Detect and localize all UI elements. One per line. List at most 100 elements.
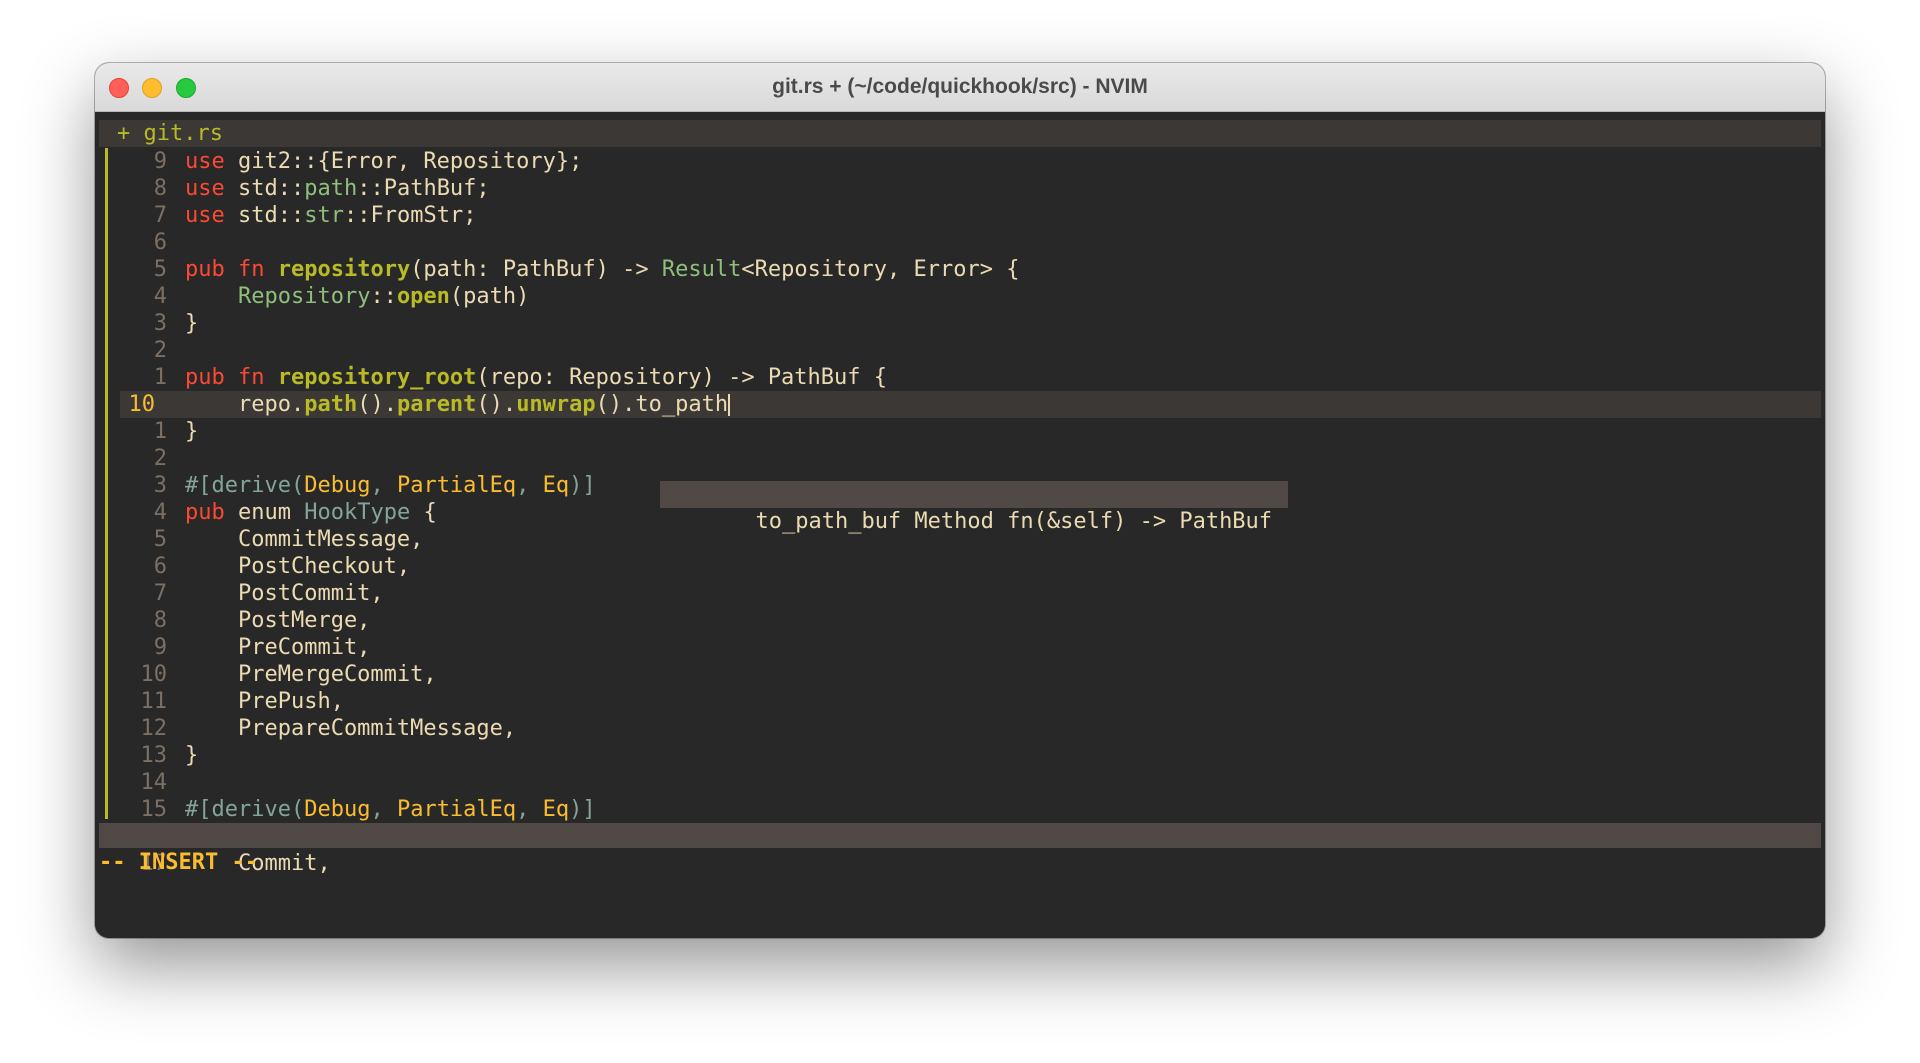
line-code: Repository::open(path) [185, 283, 529, 310]
line-number: 7 [153, 581, 167, 606]
line-code: use git2::{Error, Repository}; [185, 148, 582, 175]
code-line[interactable]: 9 PreCommit, [95, 634, 1825, 661]
code-token: PreMergeCommit, [185, 662, 437, 687]
code-token: open [396, 284, 450, 309]
code-line[interactable]: 6 [95, 229, 1825, 256]
line-number: 3 [153, 311, 167, 336]
code-line[interactable]: 5 pub fn repository(path: PathBuf) -> Res… [95, 256, 1825, 283]
code-token: ::PathBuf; [357, 176, 490, 201]
code-token: <Repository, Error> { [741, 257, 1020, 282]
line-number: 4 [153, 284, 167, 309]
line-number: 6 [153, 230, 167, 255]
code-line[interactable]: 12 PrepareCommitMessage, [95, 715, 1825, 742]
status-bar [99, 823, 1821, 848]
line-code: } [185, 310, 198, 337]
line-number: 15 [140, 797, 168, 822]
code-line[interactable]: 1 pub fn repository_root(repo: Repository… [95, 364, 1825, 391]
line-number: 1 [153, 419, 167, 444]
code-token: std:: [224, 176, 305, 201]
code-line[interactable]: 6 PostCheckout, [95, 553, 1825, 580]
code-token: repository [277, 257, 411, 282]
code-line[interactable]: 2 [95, 337, 1825, 364]
code-line[interactable]: 7 PostCommit, [95, 580, 1825, 607]
line-code: PreMergeCommit, [185, 661, 437, 688]
code-token: repo. [185, 392, 305, 417]
code-line[interactable]: 11 PrePush, [95, 688, 1825, 715]
code-token: (path) [449, 284, 530, 309]
code-token: , [370, 473, 397, 498]
code-token: HookType [304, 500, 411, 525]
line-code: #[derive(Debug, PartialEq, Eq)] [185, 796, 596, 823]
tab-git-rs[interactable]: + git.rs [117, 120, 223, 147]
line-code: repo.path().parent().unwrap().to_path [185, 391, 731, 418]
code-token: } [185, 743, 199, 768]
code-token: CommitMessage, [185, 527, 424, 552]
code-token: (). [357, 392, 397, 417]
line-number: 13 [140, 743, 168, 768]
code-token: Result [661, 257, 742, 282]
line-code: pub fn repository(path: PathBuf) -> Resu… [185, 256, 1020, 283]
line-number: 7 [153, 203, 167, 228]
code-token: PreCommit, [185, 635, 371, 660]
line-code: } [185, 742, 198, 769]
line-number: 10 [140, 662, 168, 687]
line-number: 12 [140, 716, 168, 741]
current-line[interactable]: 10 repo.path().parent().unwrap().to_path [120, 391, 1821, 418]
code-line[interactable]: 10 PreMergeCommit, [95, 661, 1825, 688]
code-token: use [185, 203, 225, 228]
code-line[interactable]: 2 [95, 445, 1825, 472]
line-number: 2 [153, 338, 167, 363]
code-line[interactable]: 8 use std::path::PathBuf; [95, 175, 1825, 202]
code-token: PartialEq [396, 797, 517, 822]
code-line[interactable]: 9 use git2::{Error, Repository}; [95, 148, 1825, 175]
line-number: 1 [153, 365, 167, 390]
editor-area[interactable]: + git.rs 9 use git2::{Error, Repository};… [95, 112, 1825, 938]
line-code: pub fn repository_root(repo: Repository)… [185, 364, 887, 391]
code-token: Debug [304, 797, 371, 822]
code-line[interactable]: 15 #[derive(Debug, PartialEq, Eq)] [95, 796, 1825, 823]
code-line[interactable]: 4 Repository::open(path) [95, 283, 1825, 310]
code-token: , [370, 797, 397, 822]
line-number: 6 [153, 554, 167, 579]
code-line[interactable]: 1} [95, 418, 1825, 445]
code-token: Repository [237, 284, 371, 309]
code-token: PartialEq [396, 473, 517, 498]
code-token: , [516, 473, 543, 498]
code-line[interactable]: 8 PostMerge, [95, 607, 1825, 634]
tabline[interactable]: + git.rs [99, 120, 1821, 147]
code-token: use [185, 149, 225, 174]
mode-indicator: -- INSERT -- [99, 850, 258, 875]
completion-popup[interactable]: to_path_buf Method fn(&self) -> PathBuf [660, 481, 1289, 534]
code-token: , [516, 797, 543, 822]
code-token: :: [370, 284, 397, 309]
line-code: PostCommit, [185, 580, 384, 607]
line-code: } [185, 418, 198, 445]
code-token: #[derive( [185, 473, 305, 498]
code-line[interactable]: 7 use std::str::FromStr; [95, 202, 1825, 229]
code-token: ::FromStr; [343, 203, 477, 228]
code-token: ().to_path [595, 392, 729, 417]
window-title: git.rs + (~/code/quickhook/src) - NVIM [772, 75, 1148, 98]
line-number: 9 [153, 149, 167, 174]
code-token: pub [185, 500, 225, 525]
code-token: str [304, 203, 344, 228]
code-token: use [185, 176, 225, 201]
code-token: git2::{Error, Repository}; [224, 149, 583, 174]
line-number: 11 [140, 689, 168, 714]
code-token: enum [224, 500, 305, 525]
code-token: Debug [304, 473, 371, 498]
code-line[interactable]: 13} [95, 742, 1825, 769]
code-line[interactable]: 17 Commit, [95, 850, 1825, 877]
title-bar[interactable]: git.rs + (~/code/quickhook/src) - NVIM [95, 63, 1825, 112]
line-code: PrepareCommitMessage, [185, 715, 516, 742]
completion-item[interactable]: to_path_buf Method fn(&self) -> PathBuf [755, 509, 1272, 534]
code-token: std:: [224, 203, 305, 228]
code-token: PrePush, [185, 689, 344, 714]
code-token: } [185, 419, 199, 444]
code-token: Eq [542, 473, 570, 498]
code-line[interactable]: 3} [95, 310, 1825, 337]
code-line[interactable]: 14 [95, 769, 1825, 796]
code-token: pub fn [185, 365, 265, 390]
